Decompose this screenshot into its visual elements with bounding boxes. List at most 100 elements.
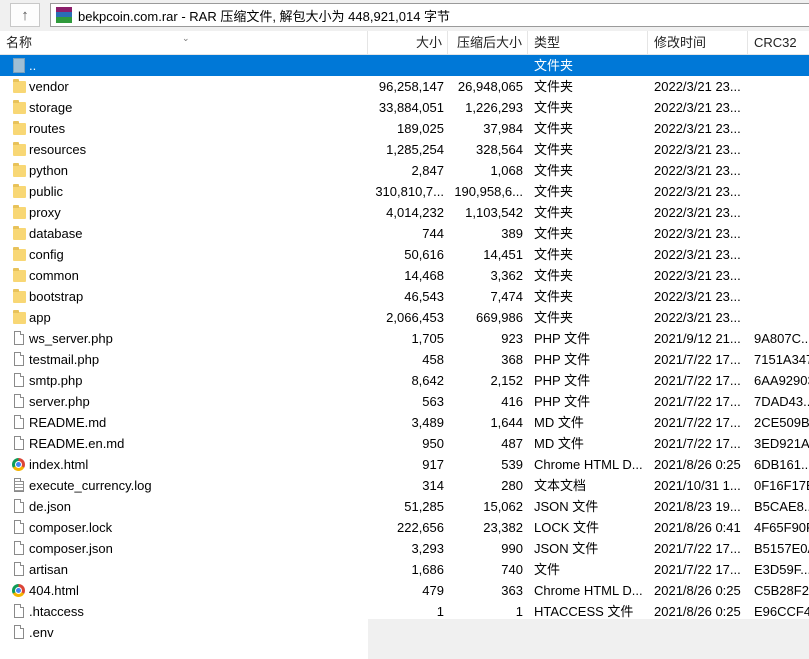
file-crc: 7151A347	[754, 352, 809, 367]
path-field[interactable]: bekpcoin.com.rar - RAR 压缩文件, 解包大小为 448,9…	[50, 3, 809, 27]
file-row[interactable]: artisan 1,686 740 文件 2021/7/22 17... E3D59F..…	[0, 559, 809, 580]
file-icon	[14, 625, 24, 639]
file-row[interactable]: composer.json 3,293 990 JSON 文件 2021/7/22 17…	[0, 538, 809, 559]
file-row[interactable]: smtp.php 8,642 2,152 PHP 文件 2021/7/22 17... 6…	[0, 370, 809, 391]
file-row[interactable]: 404.html 479 363 Chrome HTML D... 2021/8/26 …	[0, 580, 809, 601]
column-header-size[interactable]: 大小	[368, 31, 448, 54]
file-type: Chrome HTML D...	[534, 457, 643, 472]
file-crc: 2CE509B5	[754, 415, 809, 430]
file-row[interactable]: bootstrap 46,543 7,474 文件夹 2022/3/21 23...	[0, 286, 809, 307]
file-modified: 2021/8/23 19...	[654, 499, 741, 514]
up-level-button[interactable]: ↑	[10, 3, 40, 27]
file-size: 3,293	[411, 541, 444, 556]
file-row[interactable]: resources 1,285,254 328,564 文件夹 2022/3/21 23…	[0, 139, 809, 160]
file-size: 96,258,147	[378, 79, 444, 94]
file-size: 222,656	[397, 520, 444, 535]
file-row[interactable]: public 310,810,7... 190,958,6... 文件夹 2022/3/…	[0, 181, 809, 202]
file-icon	[14, 541, 24, 555]
empty-area	[368, 619, 809, 659]
file-type: 文件夹	[534, 310, 574, 325]
file-list[interactable]: 名称 ⌄ 大小 压缩后大小 类型 修改时间 CRC32 .. 文件夹 vendor 9…	[0, 31, 809, 659]
file-row[interactable]: app 2,066,453 669,986 文件夹 2022/3/21 23...	[0, 307, 809, 328]
file-name: 404.html	[29, 583, 79, 598]
file-modified: 2022/3/21 23...	[654, 226, 741, 241]
file-name: index.html	[29, 457, 89, 472]
file-modified: 2022/3/21 23...	[654, 268, 741, 283]
file-row[interactable]: server.php 563 416 PHP 文件 2021/7/22 17... 7DA…	[0, 391, 809, 412]
file-row[interactable]: storage 33,884,051 1,226,293 文件夹 2022/3/21 2…	[0, 97, 809, 118]
file-packed: 487	[501, 436, 523, 451]
file-name: storage	[29, 100, 73, 115]
file-size: 314	[422, 478, 444, 493]
column-header-name[interactable]: 名称 ⌄	[0, 31, 368, 54]
file-row[interactable]: config 50,616 14,451 文件夹 2022/3/21 23...	[0, 244, 809, 265]
file-type: 文件夹	[534, 100, 574, 115]
file-type: JSON 文件	[534, 541, 599, 556]
file-row[interactable]: python 2,847 1,068 文件夹 2022/3/21 23...	[0, 160, 809, 181]
file-crc	[754, 139, 809, 160]
file-row[interactable]: proxy 4,014,232 1,103,542 文件夹 2022/3/21 23..…	[0, 202, 809, 223]
column-header-crc32[interactable]: CRC32	[748, 31, 809, 54]
file-size: 14,468	[404, 268, 444, 283]
file-row[interactable]: ws_server.php 1,705 923 PHP 文件 2021/9/12 21.…	[0, 328, 809, 349]
parent-directory-row[interactable]: .. 文件夹	[0, 55, 809, 76]
folder-icon	[13, 184, 26, 198]
file-icon	[14, 520, 24, 534]
file-row[interactable]: execute_currency.log 314 280 文本文档 2021/10/31…	[0, 475, 809, 496]
file-packed: 23,382	[483, 520, 523, 535]
file-name: composer.json	[29, 541, 113, 556]
file-type: 文本文档	[534, 478, 587, 493]
file-modified: 2021/7/22 17...	[654, 562, 741, 577]
file-row[interactable]: common 14,468 3,362 文件夹 2022/3/21 23...	[0, 265, 809, 286]
file-crc: E3D59F...	[754, 562, 809, 577]
file-size: 917	[422, 457, 444, 472]
file-row[interactable]: index.html 917 539 Chrome HTML D... 2021/8/2…	[0, 454, 809, 475]
file-crc: 7DAD43...	[754, 394, 809, 409]
file-size: 458	[422, 352, 444, 367]
file-row[interactable]: testmail.php 458 368 PHP 文件 2021/7/22 17... 7…	[0, 349, 809, 370]
folder-icon	[13, 310, 26, 324]
file-row[interactable]: de.json 51,285 15,062 JSON 文件 2021/8/23 19..…	[0, 496, 809, 517]
column-header-bar: 名称 ⌄ 大小 压缩后大小 类型 修改时间 CRC32	[0, 31, 809, 55]
file-modified: 2022/3/21 23...	[654, 205, 741, 220]
file-crc	[754, 55, 809, 76]
file-crc: 6DB161...	[754, 457, 809, 472]
file-row[interactable]: vendor 96,258,147 26,948,065 文件夹 2022/3/21 2…	[0, 76, 809, 97]
folder-icon	[13, 163, 26, 177]
folder-icon	[13, 247, 26, 261]
file-row[interactable]: database 744 389 文件夹 2022/3/21 23...	[0, 223, 809, 244]
folder-icon	[13, 79, 26, 93]
file-modified: 2021/7/22 17...	[654, 541, 741, 556]
file-modified: 2021/7/22 17...	[654, 352, 741, 367]
file-modified: 2022/3/21 23...	[654, 142, 741, 157]
file-size: 189,025	[397, 121, 444, 136]
file-modified: 2022/3/21 23...	[654, 310, 741, 325]
column-header-modified[interactable]: 修改时间	[648, 31, 748, 54]
file-size: 950	[422, 436, 444, 451]
file-type: PHP 文件	[534, 373, 591, 388]
file-crc	[754, 307, 809, 328]
file-modified: 2022/3/21 23...	[654, 184, 741, 199]
file-modified: 2021/7/22 17...	[654, 436, 741, 451]
file-row[interactable]: README.en.md 950 487 MD 文件 2021/7/22 17... 3E…	[0, 433, 809, 454]
file-row[interactable]: composer.lock 222,656 23,382 LOCK 文件 2021/8/…	[0, 517, 809, 538]
file-icon	[14, 415, 24, 429]
file-type: 文件夹	[534, 268, 574, 283]
column-header-packed-size[interactable]: 压缩后大小	[448, 31, 528, 54]
file-packed: 1,644	[490, 415, 523, 430]
file-type: 文件	[534, 562, 561, 577]
file-icon	[14, 604, 24, 618]
file-modified: 2022/3/21 23...	[654, 79, 741, 94]
file-name: proxy	[29, 205, 61, 220]
file-type: 文件夹	[534, 205, 574, 220]
file-crc	[754, 223, 809, 244]
file-packed: 37,984	[483, 121, 523, 136]
file-name: database	[29, 226, 83, 241]
chrome-icon	[12, 458, 25, 471]
file-crc	[754, 265, 809, 286]
file-row[interactable]: README.md 3,489 1,644 MD 文件 2021/7/22 17... 2…	[0, 412, 809, 433]
file-row[interactable]: routes 189,025 37,984 文件夹 2022/3/21 23...	[0, 118, 809, 139]
folder-icon	[13, 142, 26, 156]
column-header-type[interactable]: 类型	[528, 31, 648, 54]
file-crc	[754, 76, 809, 97]
